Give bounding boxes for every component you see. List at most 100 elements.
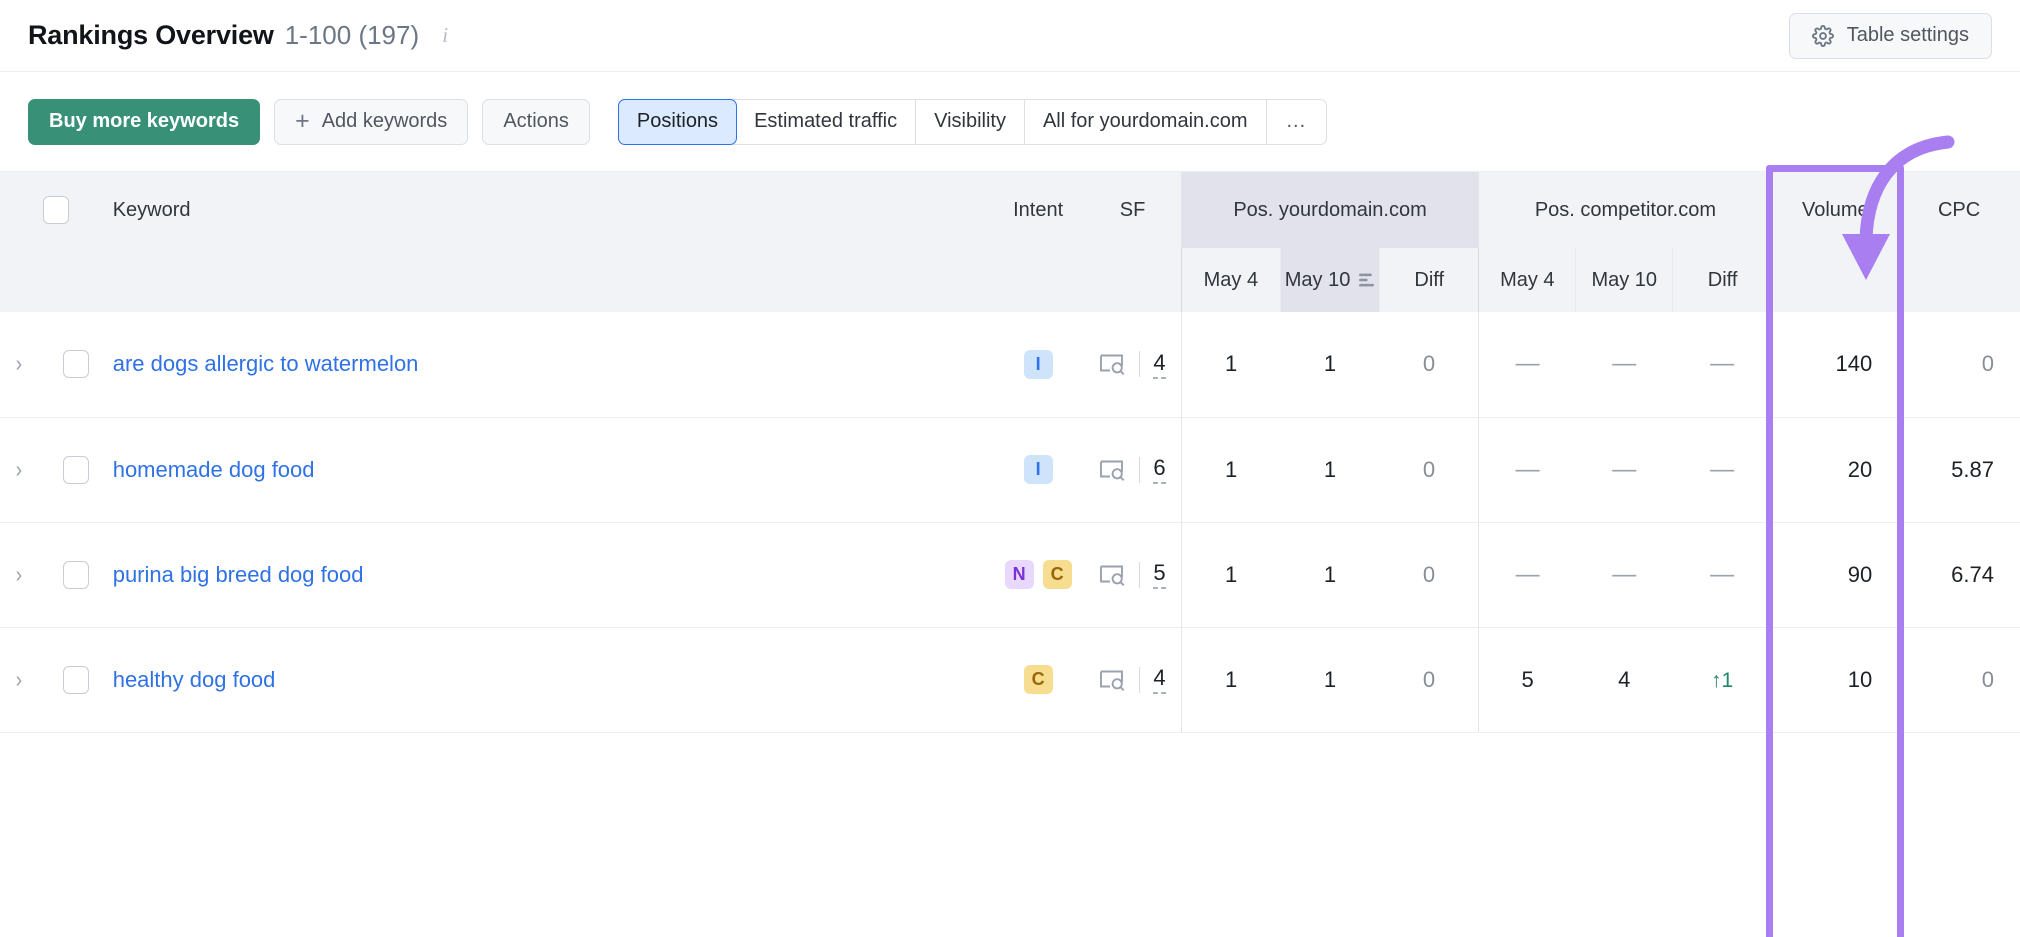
volume-cell: 10 [1771, 627, 1899, 733]
row-expand-toggle[interactable]: › [0, 522, 39, 628]
own-diff-cell: 0 [1379, 522, 1479, 628]
sf-cell: 4 [1084, 312, 1182, 418]
diff-up-indicator: ↑1 [1711, 668, 1734, 692]
table-settings-button[interactable]: Table settings [1788, 12, 1992, 59]
competitor-may4-cell: — [1478, 417, 1576, 523]
buy-more-keywords-button[interactable]: Buy more keywords [28, 98, 261, 145]
spacer-cell-3 [991, 248, 1085, 312]
table-row: › are dogs allergic to watermelon I 4 1 1 0— — —… [0, 312, 2020, 418]
row-checkbox[interactable] [62, 560, 89, 589]
intent-badge-I[interactable]: I [1023, 455, 1053, 484]
empty-value: — [1710, 560, 1735, 588]
row-checkbox[interactable] [62, 350, 89, 379]
row-checkbox[interactable] [62, 455, 89, 484]
toolbar: Buy more keywords + Add keywords Actions… [0, 72, 2020, 280]
sf-count[interactable]: 4 [1153, 350, 1166, 379]
subcolumn-own-may10[interactable]: May 10 [1279, 248, 1380, 312]
keyword-link[interactable]: homemade dog food [113, 457, 315, 482]
column-group-header-competitor: Pos. competitor.com [1478, 172, 1773, 248]
intent-badge-C[interactable]: C [1023, 665, 1053, 694]
table-row: › homemade dog food I 6 1 1 0— — —20 5.87 [0, 417, 2020, 523]
tab-estimated-traffic[interactable]: Estimated traffic [736, 99, 917, 144]
tab-more-options[interactable]: ... [1267, 100, 1327, 144]
table-settings-label: Table settings [1846, 24, 1969, 46]
keyword-link[interactable]: healthy dog food [113, 667, 276, 692]
intent-cell: C [991, 627, 1085, 733]
subcolumn-competitor-may10[interactable]: May 10 [1575, 248, 1673, 312]
header-row-dates: May 4 May 10 Diff May 4 May 10 Diff [0, 248, 2020, 312]
own-may10-cell: 1 [1280, 312, 1380, 418]
subcolumn-own-may4[interactable]: May 4 [1180, 248, 1281, 312]
cpc-cell: 6.74 [1898, 522, 2020, 628]
result-range: 1-100 (197) [284, 20, 420, 50]
sf-count[interactable]: 6 [1153, 455, 1166, 484]
page-title: Rankings Overview [28, 20, 274, 50]
column-header-volume[interactable]: Volume [1771, 172, 1899, 248]
table-head: Keyword Intent SF Pos. yourdomain.com Po… [0, 172, 2020, 312]
own-may4-cell: 1 [1180, 312, 1281, 418]
chevron-right-icon: › [15, 455, 23, 482]
empty-value: — [1710, 350, 1735, 378]
row-expand-toggle[interactable]: › [0, 627, 39, 733]
keyword-cell: are dogs allergic to watermelon [112, 312, 992, 418]
chevron-right-icon: › [15, 560, 23, 587]
row-expand-toggle[interactable]: › [0, 417, 39, 523]
intent-badge-N[interactable]: N [1004, 560, 1034, 589]
intent-cell: I [991, 417, 1085, 523]
row-select-cell [38, 522, 113, 628]
serp-feature-icon[interactable] [1099, 458, 1126, 482]
row-select-cell [38, 312, 113, 418]
own-diff-cell: 0 [1379, 312, 1479, 418]
competitor-diff-cell: — [1672, 417, 1772, 523]
serp-feature-icon[interactable] [1099, 352, 1126, 376]
subcolumn-own-diff[interactable]: Diff [1379, 248, 1479, 312]
competitor-diff-cell: ↑1 [1672, 627, 1772, 733]
sf-count[interactable]: 4 [1153, 665, 1166, 694]
cpc-cell: 0 [1898, 312, 2020, 418]
spacer-cell-volume [1771, 248, 1899, 312]
subcolumn-competitor-may4[interactable]: May 4 [1478, 248, 1576, 312]
tab-positions[interactable]: Positions [617, 98, 738, 145]
empty-value: — [1515, 350, 1540, 378]
own-may4-cell: 1 [1180, 522, 1281, 628]
row-expand-toggle[interactable]: › [0, 312, 39, 418]
own-may4-cell: 1 [1180, 627, 1281, 733]
tab-all-for-domain[interactable]: All for yourdomain.com [1025, 99, 1267, 144]
view-mode-segmented-control: Positions Estimated traffic Visibility A… [617, 98, 1328, 145]
competitor-may4-cell: — [1478, 312, 1576, 418]
info-icon[interactable]: i [436, 23, 454, 47]
column-header-cpc[interactable]: CPC [1898, 172, 2020, 248]
actions-button[interactable]: Actions [482, 98, 590, 145]
intent-badge-C[interactable]: C [1042, 560, 1072, 589]
serp-feature-icon[interactable] [1099, 668, 1126, 692]
subcolumn-competitor-diff[interactable]: Diff [1672, 248, 1772, 312]
page-header: Rankings Overview 1-100 (197) i Table se… [0, 0, 2020, 72]
header-row-groups: Keyword Intent SF Pos. yourdomain.com Po… [0, 172, 2020, 248]
keyword-link[interactable]: are dogs allergic to watermelon [113, 351, 419, 376]
cpc-cell: 5.87 [1898, 417, 2020, 523]
keyword-cell: homemade dog food [112, 417, 992, 523]
competitor-diff-cell: — [1672, 522, 1772, 628]
plus-icon: + [295, 107, 310, 135]
intent-badge-I[interactable]: I [1023, 349, 1053, 379]
rankings-table-wrap: Keyword Intent SF Pos. yourdomain.com Po… [0, 165, 2020, 937]
select-all-checkbox[interactable] [43, 196, 70, 224]
sf-count[interactable]: 5 [1153, 560, 1166, 589]
table-row: › healthy dog food C 4 1 1 0 5 4 ↑1 10 0 [0, 627, 2020, 733]
add-keywords-button[interactable]: + Add keywords [274, 98, 469, 145]
empty-value: — [1515, 455, 1540, 483]
competitor-may10-cell: 4 [1575, 627, 1673, 733]
column-header-keyword[interactable]: Keyword [112, 172, 992, 248]
chevron-right-icon: › [15, 350, 23, 377]
empty-value: — [1710, 455, 1735, 483]
own-diff-cell: 0 [1379, 417, 1479, 523]
serp-feature-icon[interactable] [1099, 563, 1126, 587]
column-header-intent[interactable]: Intent [991, 172, 1085, 248]
keyword-link[interactable]: purina big breed dog food [113, 562, 364, 587]
column-header-sf[interactable]: SF [1084, 172, 1182, 248]
intent-cell: I [991, 312, 1085, 418]
own-may4-cell: 1 [1180, 417, 1281, 523]
row-checkbox[interactable] [62, 665, 89, 694]
spacer-cell-2 [112, 248, 992, 312]
tab-visibility[interactable]: Visibility [916, 99, 1025, 144]
